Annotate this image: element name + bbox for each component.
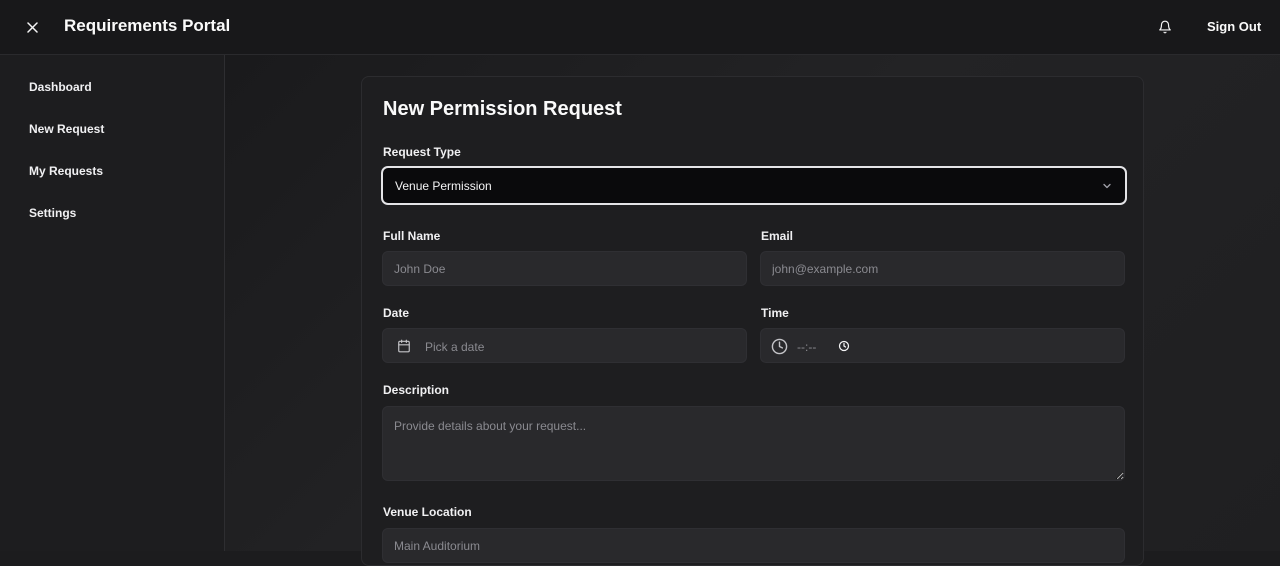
description-textarea[interactable]	[382, 406, 1125, 481]
venue-location-input[interactable]	[382, 528, 1125, 563]
date-placeholder: Pick a date	[425, 340, 485, 354]
calendar-icon	[398, 339, 410, 353]
full-name-input[interactable]	[382, 251, 747, 286]
email-label: Email	[761, 229, 794, 243]
close-icon	[26, 21, 38, 33]
main-content: New Permission Request Request Type Venu…	[225, 55, 1280, 566]
sidebar-item-dashboard[interactable]: Dashboard	[29, 80, 92, 94]
app-title: Requirements Portal	[64, 16, 231, 35]
description-label: Description	[383, 383, 450, 397]
top-bar: Requirements Portal Sign Out	[0, 0, 1280, 55]
clock-icon	[771, 338, 788, 355]
venue-location-label: Venue Location	[383, 505, 472, 519]
date-label: Date	[383, 306, 410, 320]
time-label: Time	[761, 306, 789, 320]
sidebar: Dashboard New Request My Requests Settin…	[0, 55, 225, 551]
notifications-button[interactable]	[1155, 17, 1175, 37]
chevron-down-icon	[1103, 183, 1111, 189]
close-button[interactable]	[22, 17, 42, 37]
bell-icon	[1159, 20, 1171, 34]
sidebar-item-settings[interactable]: Settings	[29, 206, 76, 220]
full-name-label: Full Name	[383, 229, 441, 243]
time-input[interactable]: --:--	[760, 328, 1125, 363]
date-picker-button[interactable]: Pick a date	[382, 328, 747, 363]
time-placeholder: --:--	[797, 340, 817, 354]
sidebar-item-my-requests[interactable]: My Requests	[29, 164, 103, 178]
time-picker-icon[interactable]	[838, 340, 850, 352]
sign-out-button[interactable]: Sign Out	[1207, 19, 1261, 34]
sidebar-item-new-request[interactable]: New Request	[29, 122, 104, 136]
form-title: New Permission Request	[383, 98, 622, 120]
request-type-value: Venue Permission	[395, 179, 492, 193]
request-type-label: Request Type	[383, 145, 461, 159]
email-input[interactable]	[760, 251, 1125, 286]
request-form-card: New Permission Request Request Type Venu…	[361, 76, 1144, 566]
request-type-select[interactable]: Venue Permission	[381, 166, 1127, 205]
